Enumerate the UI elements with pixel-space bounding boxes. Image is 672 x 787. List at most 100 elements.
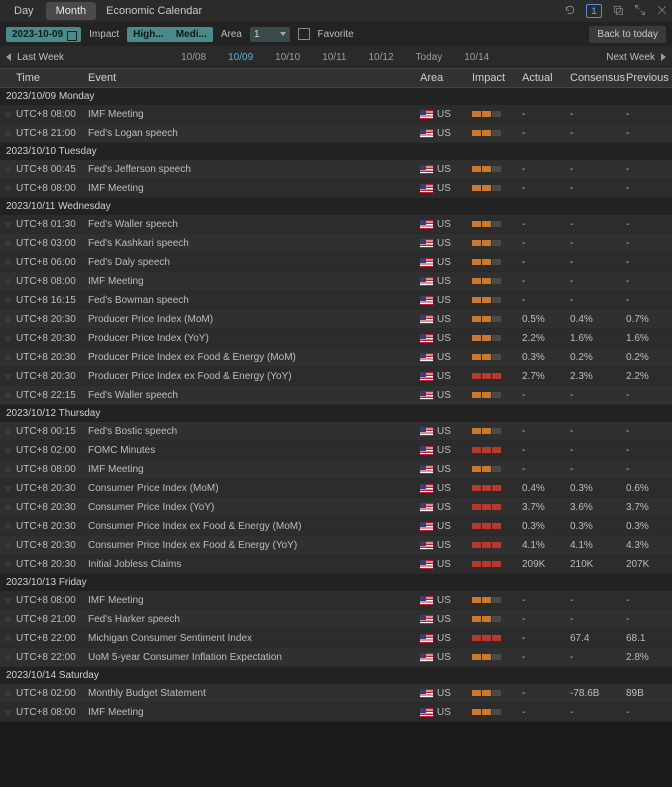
table-row[interactable]: ☆UTC+8 20:30Initial Jobless ClaimsUS209K… — [0, 555, 672, 574]
table-body: 2023/10/09 Monday☆UTC+8 08:00IMF Meeting… — [0, 88, 672, 722]
star-icon[interactable]: ☆ — [0, 445, 16, 456]
impact-bar — [482, 373, 491, 379]
date-picker[interactable]: 2023-10-09 — [6, 27, 81, 42]
table-row[interactable]: ☆UTC+8 00:15Fed's Bostic speechUS--- — [0, 422, 672, 441]
table-row[interactable]: ☆UTC+8 20:30Consumer Price Index (MoM)US… — [0, 479, 672, 498]
tab-month[interactable]: Month — [46, 2, 97, 20]
refresh-icon[interactable] — [564, 4, 576, 19]
back-to-today-button[interactable]: Back to today — [589, 26, 666, 43]
next-week-button[interactable]: Next Week — [606, 52, 655, 63]
impact-filter[interactable]: High... Medi... — [127, 27, 213, 42]
star-icon[interactable]: ☆ — [0, 128, 16, 139]
table-row[interactable]: ☆UTC+8 20:30Producer Price Index (MoM)US… — [0, 310, 672, 329]
area-select[interactable]: 1 — [250, 27, 290, 42]
star-icon[interactable]: ☆ — [0, 633, 16, 644]
table-row[interactable]: ☆UTC+8 08:00IMF MeetingUS--- — [0, 179, 672, 198]
flag-icon — [420, 615, 433, 624]
impact-bar — [482, 709, 491, 715]
cell-area: US — [420, 633, 472, 644]
table-row[interactable]: ☆UTC+8 20:30Producer Price Index (YoY)US… — [0, 329, 672, 348]
star-icon[interactable]: ☆ — [0, 559, 16, 570]
star-icon[interactable]: ☆ — [0, 595, 16, 606]
last-week-button[interactable]: Last Week — [17, 52, 64, 63]
cell-impact — [472, 466, 522, 472]
date-tab[interactable]: Today — [416, 52, 443, 63]
chevron-right-icon[interactable] — [661, 53, 666, 61]
cell-actual: - — [522, 445, 570, 456]
table-row[interactable]: ☆UTC+8 22:00Michigan Consumer Sentiment … — [0, 629, 672, 648]
star-icon[interactable]: ☆ — [0, 614, 16, 625]
table-row[interactable]: ☆UTC+8 20:30Producer Price Index ex Food… — [0, 348, 672, 367]
star-icon[interactable]: ☆ — [0, 352, 16, 363]
impact-pill-high[interactable]: High... — [127, 27, 170, 42]
chevron-left-icon[interactable] — [6, 53, 11, 61]
star-icon[interactable]: ☆ — [0, 314, 16, 325]
impact-bar — [482, 185, 491, 191]
expand-icon[interactable] — [634, 4, 646, 19]
table-row[interactable]: ☆UTC+8 00:45Fed's Jefferson speechUS--- — [0, 160, 672, 179]
star-icon[interactable]: ☆ — [0, 183, 16, 194]
cell-time: UTC+8 02:00 — [16, 445, 88, 456]
star-icon[interactable]: ☆ — [0, 219, 16, 230]
table-row[interactable]: ☆UTC+8 02:00Monthly Budget StatementUS--… — [0, 684, 672, 703]
star-icon[interactable]: ☆ — [0, 238, 16, 249]
cell-area: US — [420, 521, 472, 532]
star-icon[interactable]: ☆ — [0, 109, 16, 120]
star-icon[interactable]: ☆ — [0, 521, 16, 532]
tab-day[interactable]: Day — [4, 2, 44, 20]
cell-previous: - — [626, 128, 672, 139]
star-icon[interactable]: ☆ — [0, 502, 16, 513]
close-icon[interactable] — [656, 4, 668, 19]
table-row[interactable]: ☆UTC+8 21:00Fed's Logan speechUS--- — [0, 124, 672, 143]
star-icon[interactable]: ☆ — [0, 540, 16, 551]
copy-icon[interactable] — [612, 4, 624, 19]
table-row[interactable]: ☆UTC+8 20:30Consumer Price Index ex Food… — [0, 536, 672, 555]
date-tab[interactable]: 10/11 — [322, 52, 346, 63]
star-icon[interactable]: ☆ — [0, 426, 16, 437]
cell-actual: 2.2% — [522, 333, 570, 344]
table-row[interactable]: ☆UTC+8 08:00IMF MeetingUS--- — [0, 105, 672, 124]
table-row[interactable]: ☆UTC+8 02:00FOMC MinutesUS--- — [0, 441, 672, 460]
table-row[interactable]: ☆UTC+8 20:30Consumer Price Index ex Food… — [0, 517, 672, 536]
table-row[interactable]: ☆UTC+8 08:00IMF MeetingUS--- — [0, 591, 672, 610]
cell-consensus: 1.6% — [570, 333, 626, 344]
table-row[interactable]: ☆UTC+8 08:00IMF MeetingUS--- — [0, 703, 672, 722]
star-icon[interactable]: ☆ — [0, 295, 16, 306]
star-icon[interactable]: ☆ — [0, 257, 16, 268]
impact-pill-medium[interactable]: Medi... — [170, 27, 213, 42]
date-tab[interactable]: 10/09 — [228, 52, 253, 63]
table-row[interactable]: ☆UTC+8 08:00IMF MeetingUS--- — [0, 460, 672, 479]
date-tab[interactable]: 10/08 — [181, 52, 206, 63]
calendar-title: Economic Calendar — [98, 5, 202, 17]
table-row[interactable]: ☆UTC+8 20:30Producer Price Index ex Food… — [0, 367, 672, 386]
date-tab[interactable]: 10/12 — [368, 52, 393, 63]
table-row[interactable]: ☆UTC+8 08:00IMF MeetingUS--- — [0, 272, 672, 291]
table-row[interactable]: ☆UTC+8 20:30Consumer Price Index (YoY)US… — [0, 498, 672, 517]
star-icon[interactable]: ☆ — [0, 483, 16, 494]
cell-impact — [472, 428, 522, 434]
table-row[interactable]: ☆UTC+8 22:00UoM 5-year Consumer Inflatio… — [0, 648, 672, 667]
date-tab[interactable]: 10/14 — [464, 52, 489, 63]
table-row[interactable]: ☆UTC+8 06:00Fed's Daly speechUS--- — [0, 253, 672, 272]
table-row[interactable]: ☆UTC+8 16:15Fed's Bowman speechUS--- — [0, 291, 672, 310]
star-icon[interactable]: ☆ — [0, 688, 16, 699]
table-row[interactable]: ☆UTC+8 21:00Fed's Harker speechUS--- — [0, 610, 672, 629]
star-icon[interactable]: ☆ — [0, 333, 16, 344]
notification-badge[interactable]: 1 — [586, 4, 602, 18]
favorite-checkbox[interactable] — [298, 28, 310, 40]
impact-bar — [492, 130, 501, 136]
cell-actual: - — [522, 464, 570, 475]
table-row[interactable]: ☆UTC+8 22:15Fed's Waller speechUS--- — [0, 386, 672, 405]
table-row[interactable]: ☆UTC+8 03:00Fed's Kashkari speechUS--- — [0, 234, 672, 253]
date-tab[interactable]: 10/10 — [275, 52, 300, 63]
star-icon[interactable]: ☆ — [0, 164, 16, 175]
star-icon[interactable]: ☆ — [0, 652, 16, 663]
star-icon[interactable]: ☆ — [0, 707, 16, 718]
star-icon[interactable]: ☆ — [0, 276, 16, 287]
cell-previous: - — [626, 164, 672, 175]
star-icon[interactable]: ☆ — [0, 371, 16, 382]
star-icon[interactable]: ☆ — [0, 390, 16, 401]
cell-time: UTC+8 20:30 — [16, 333, 88, 344]
table-row[interactable]: ☆UTC+8 01:30Fed's Waller speechUS--- — [0, 215, 672, 234]
star-icon[interactable]: ☆ — [0, 464, 16, 475]
